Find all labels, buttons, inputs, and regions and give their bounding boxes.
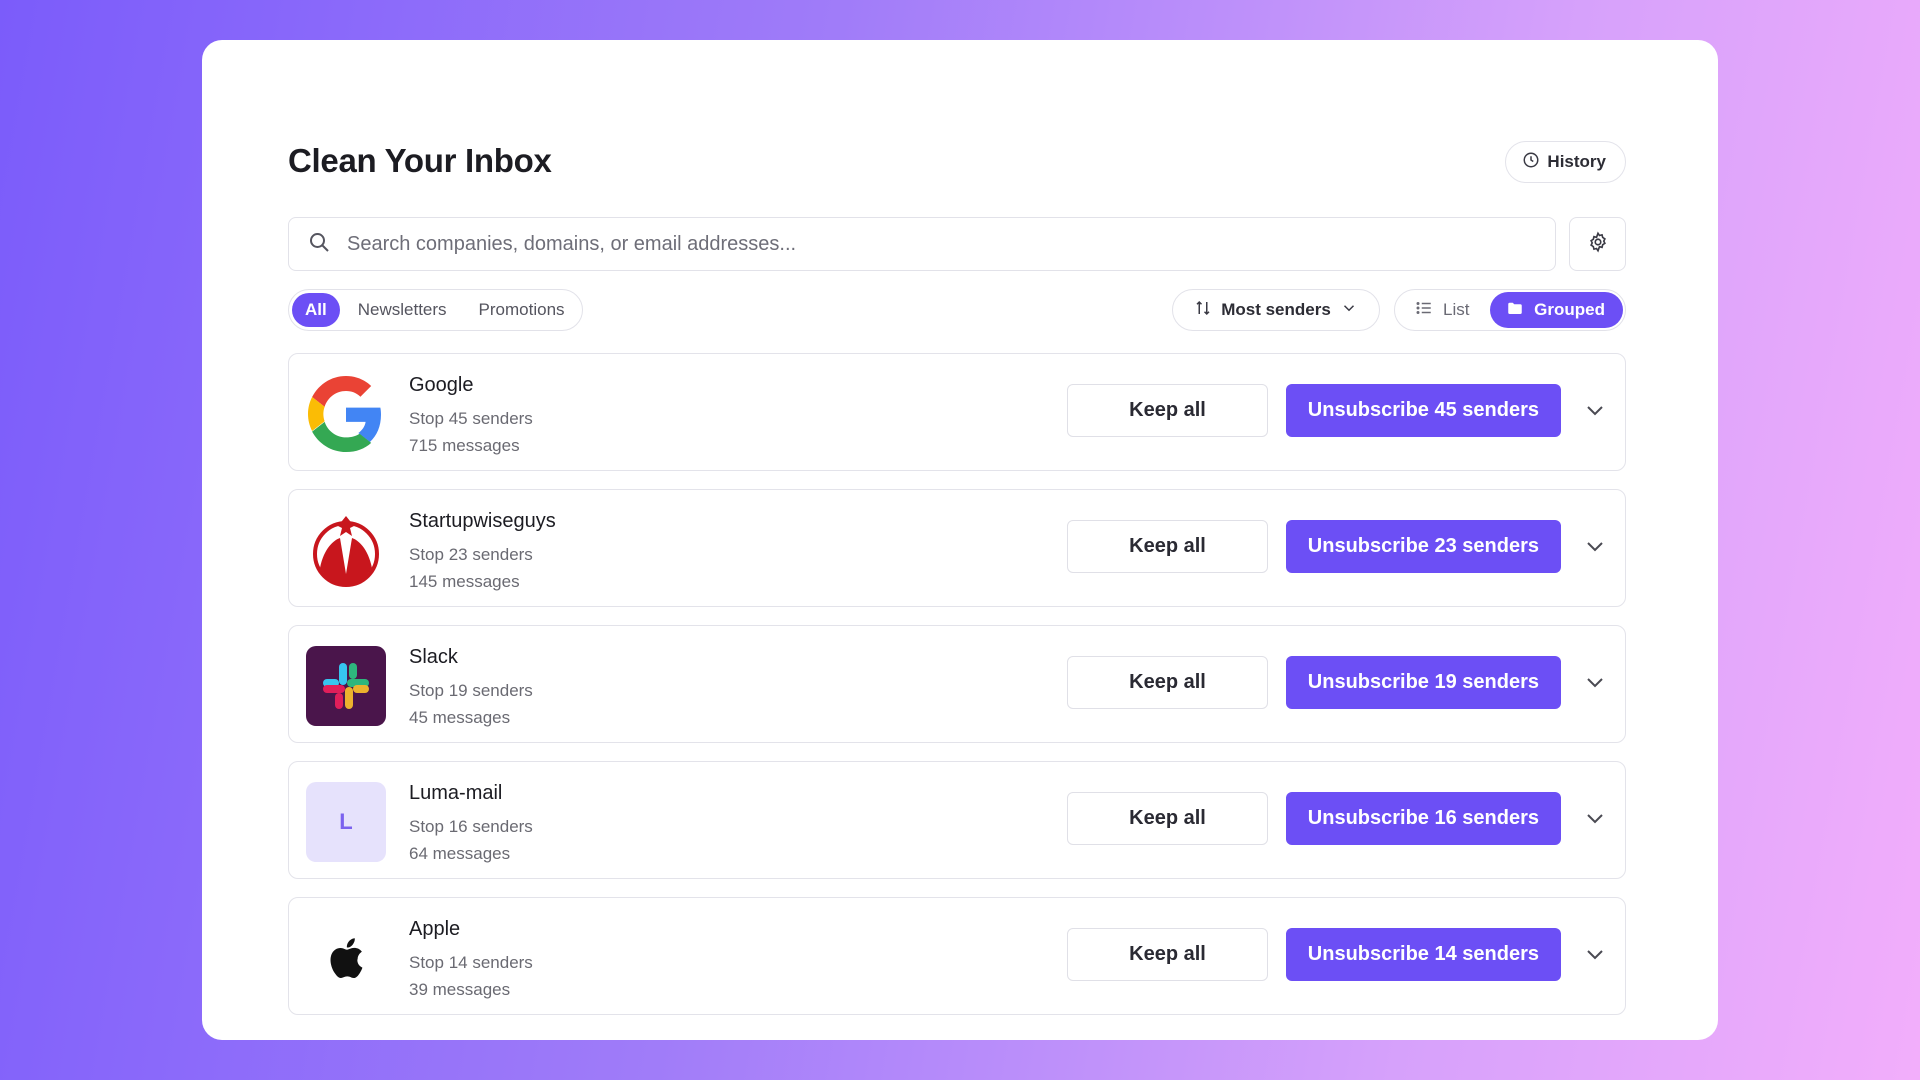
- sender-info: Google Stop 45 senders 715 messages: [409, 374, 533, 459]
- unsubscribe-button[interactable]: Unsubscribe 23 senders: [1285, 520, 1561, 573]
- settings-button[interactable]: [1569, 217, 1626, 271]
- sender-count: Stop 19 senders: [409, 681, 533, 700]
- message-count: 39 messages: [409, 980, 511, 999]
- filter-all[interactable]: All: [292, 293, 340, 327]
- sender-group-luma-mail[interactable]: L Luma-mail Stop 16 senders 64 messages …: [288, 761, 1626, 879]
- view-grouped-label: Grouped: [1534, 300, 1605, 319]
- message-count: 64 messages: [409, 844, 511, 863]
- unsubscribe-button[interactable]: Unsubscribe 14 senders: [1285, 928, 1561, 981]
- unsubscribe-button[interactable]: Unsubscribe 45 senders: [1285, 384, 1561, 437]
- sender-group-google[interactable]: Google Stop 45 senders 715 messages Keep…: [288, 353, 1626, 471]
- sort-dropdown[interactable]: Most senders: [1172, 289, 1380, 331]
- sender-info: Startupwiseguys Stop 23 senders 145 mess…: [409, 510, 556, 595]
- sender-name: Startupwiseguys: [409, 510, 556, 532]
- sender-count: Stop 45 senders: [409, 409, 533, 428]
- keep-all-button[interactable]: Keep all: [1067, 656, 1268, 709]
- search-bar: [288, 217, 1556, 271]
- startupwiseguys-logo: [306, 510, 386, 590]
- history-label: History: [1547, 152, 1606, 171]
- sender-group-apple[interactable]: Apple Stop 14 senders 39 messages Keep a…: [288, 897, 1626, 1015]
- sort-label: Most senders: [1221, 300, 1331, 319]
- slack-logo: [306, 646, 386, 726]
- keep-all-button[interactable]: Keep all: [1067, 928, 1268, 981]
- sender-name: Google: [409, 374, 474, 396]
- luma-letter-avatar: L: [306, 782, 386, 862]
- sort-arrows-icon: [1194, 299, 1212, 322]
- view-toggle: List Grouped: [1394, 289, 1626, 331]
- sender-name: Slack: [409, 646, 458, 668]
- clock-icon: [1522, 151, 1540, 174]
- sender-info: Slack Stop 19 senders 45 messages: [409, 646, 533, 731]
- apple-logo: [306, 918, 386, 998]
- category-filter-group: All Newsletters Promotions: [288, 289, 583, 331]
- sender-info: Luma-mail Stop 16 senders 64 messages: [409, 782, 533, 867]
- search-icon: [307, 230, 331, 259]
- chevron-down-icon[interactable]: [1583, 398, 1607, 422]
- folder-icon: [1506, 299, 1524, 322]
- filter-newsletters[interactable]: Newsletters: [344, 293, 461, 327]
- sender-name: Apple: [409, 918, 461, 940]
- history-button[interactable]: History: [1505, 141, 1626, 183]
- chevron-down-icon[interactable]: [1583, 806, 1607, 830]
- view-list-button[interactable]: List: [1397, 292, 1487, 328]
- page-title: Clean Your Inbox: [288, 142, 552, 179]
- search-input[interactable]: [347, 232, 1497, 256]
- sender-group-slack[interactable]: Slack Stop 19 senders 45 messages Keep a…: [288, 625, 1626, 743]
- sender-count: Stop 23 senders: [409, 545, 533, 564]
- chevron-down-icon[interactable]: [1583, 670, 1607, 694]
- chevron-down-icon: [1340, 299, 1358, 322]
- sender-name: Luma-mail: [409, 782, 503, 804]
- sender-group-list: Google Stop 45 senders 715 messages Keep…: [288, 353, 1626, 1033]
- sender-count: Stop 16 senders: [409, 817, 533, 836]
- keep-all-button[interactable]: Keep all: [1067, 520, 1268, 573]
- view-grouped-button[interactable]: Grouped: [1490, 292, 1623, 328]
- sender-info: Apple Stop 14 senders 39 messages: [409, 918, 533, 1003]
- filter-promotions[interactable]: Promotions: [465, 293, 579, 327]
- chevron-down-icon[interactable]: [1583, 534, 1607, 558]
- chevron-down-icon[interactable]: [1583, 942, 1607, 966]
- google-logo: [306, 374, 386, 454]
- unsubscribe-button[interactable]: Unsubscribe 16 senders: [1285, 792, 1561, 845]
- message-count: 145 messages: [409, 572, 520, 591]
- main-card: Clean Your Inbox History All Newsletters…: [202, 40, 1718, 1040]
- keep-all-button[interactable]: Keep all: [1067, 792, 1268, 845]
- message-count: 45 messages: [409, 708, 511, 727]
- message-count: 715 messages: [409, 436, 520, 455]
- list-icon: [1415, 299, 1433, 322]
- gear-icon: [1587, 230, 1609, 258]
- unsubscribe-button[interactable]: Unsubscribe 19 senders: [1285, 656, 1561, 709]
- keep-all-button[interactable]: Keep all: [1067, 384, 1268, 437]
- sender-count: Stop 14 senders: [409, 953, 533, 972]
- sender-group-startupwiseguys[interactable]: Startupwiseguys Stop 23 senders 145 mess…: [288, 489, 1626, 607]
- view-list-label: List: [1443, 300, 1470, 319]
